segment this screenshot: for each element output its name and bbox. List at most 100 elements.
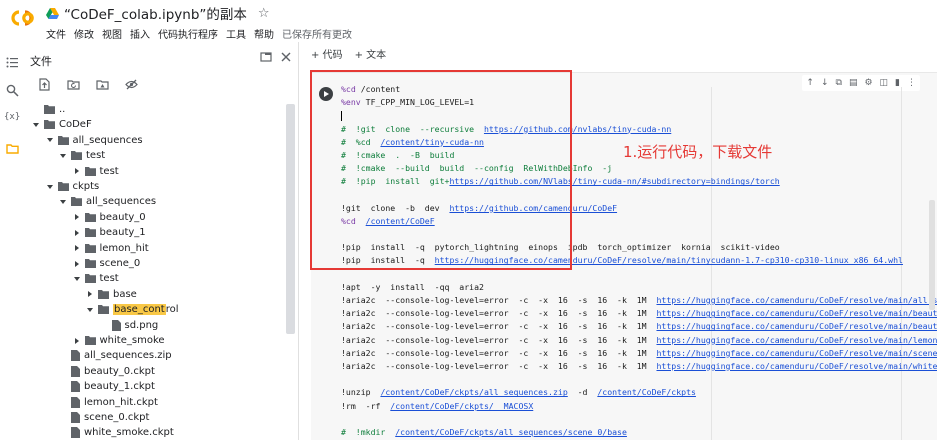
code-link[interactable]: https://huggingface.co/camenduru/CoDeF/r… xyxy=(656,308,937,318)
menu-runtime[interactable]: 代码执行程序 xyxy=(158,26,218,41)
menu-file[interactable]: 文件 xyxy=(46,26,66,41)
code-token: !unzip xyxy=(341,387,381,398)
folder-item[interactable]: test xyxy=(59,148,105,163)
folder-item[interactable]: test xyxy=(73,164,119,179)
caret-right-icon[interactable] xyxy=(73,260,81,268)
file-item[interactable]: sd.png xyxy=(100,318,158,333)
caret-down-icon[interactable] xyxy=(73,275,81,283)
open-in-tab-icon[interactable] xyxy=(260,51,272,63)
file-icon xyxy=(71,412,80,423)
menu-tools[interactable]: 工具 xyxy=(226,26,246,41)
caret-spacer xyxy=(59,383,67,391)
folder-icon xyxy=(57,135,69,145)
refresh-folder-icon[interactable] xyxy=(67,78,80,91)
caret-down-icon[interactable] xyxy=(32,121,40,129)
folder-item[interactable]: base xyxy=(86,287,137,302)
code-line: !aria2c --console-log-level=error -c -x … xyxy=(341,334,937,347)
caret-right-icon[interactable] xyxy=(73,213,81,221)
folder-icon xyxy=(84,336,96,345)
app-header: “CoDeF_colab.ipynb”的副本 ☆ 文件 修改 视图 插入 代码执… xyxy=(0,0,937,42)
code-line: !aria2c --console-log-level=error -c -x … xyxy=(341,294,937,307)
folder-item[interactable]: all_sequences xyxy=(59,194,156,209)
menu-insert[interactable]: 插入 xyxy=(130,26,150,41)
code-line: !aria2c --console-log-level=error -c -x … xyxy=(341,307,937,320)
menu-view[interactable]: 视图 xyxy=(102,26,122,41)
caret-right-icon[interactable] xyxy=(73,337,81,345)
save-status[interactable]: 已保存所有更改 xyxy=(282,26,352,41)
files-panel-title: 文件 xyxy=(30,55,52,68)
file-item[interactable]: beauty_1.ckpt xyxy=(59,379,155,394)
caret-down-icon[interactable] xyxy=(46,136,54,144)
caret-right-icon[interactable] xyxy=(86,290,94,298)
folder-icon xyxy=(98,305,109,315)
code-token: # !mkdir xyxy=(341,426,396,437)
file-item[interactable]: white_smoke.ckpt xyxy=(59,425,174,440)
caret-spacer xyxy=(59,414,67,422)
menu-edit[interactable]: 修改 xyxy=(74,26,94,41)
caret-spacer xyxy=(59,398,67,406)
folder-item[interactable]: ckpts xyxy=(46,179,99,194)
folder-item[interactable]: base_control xyxy=(86,302,179,317)
file-item[interactable]: beauty_0.ckpt xyxy=(59,364,155,379)
notebook-scrollbar[interactable] xyxy=(929,200,935,310)
star-icon[interactable]: ☆ xyxy=(258,6,270,21)
code-link[interactable]: https://huggingface.co/camenduru/CoDeF/r… xyxy=(656,295,937,305)
code-link[interactable]: /content/CoDeF/ckpts/all_sequences.zip xyxy=(380,387,567,397)
folder-icon xyxy=(44,105,55,114)
tree-item-label: CoDeF xyxy=(59,119,92,131)
menu-help[interactable]: 帮助 xyxy=(254,26,274,41)
code-link[interactable]: https://huggingface.co/camenduru/CoDeF/r… xyxy=(656,335,937,345)
folder-item[interactable]: CoDeF xyxy=(32,117,92,132)
tree-item-label: all_sequences xyxy=(72,134,143,146)
add-text-button[interactable]: + 文本 xyxy=(355,46,387,61)
code-link[interactable]: https://huggingface.co/camenduru/CoDeF/r… xyxy=(656,321,937,331)
code-link[interactable]: /content/CoDeF/ckpts xyxy=(597,387,696,397)
add-code-button[interactable]: + 代码 xyxy=(311,46,343,61)
annotation-text: 1.运行代码，下载文件 xyxy=(623,143,773,161)
code-line: !rm -rf /content/CoDeF/ckpts/__MACOSX xyxy=(341,400,937,413)
caret-right-icon[interactable] xyxy=(73,244,81,252)
drive-icon[interactable] xyxy=(46,7,59,19)
tree-item-label: all_sequences xyxy=(86,196,157,208)
search-icon[interactable] xyxy=(6,84,19,97)
code-link[interactable]: /content/CoDeF/ckpts/__MACOSX xyxy=(390,401,533,411)
file-icon xyxy=(111,319,121,331)
folder-item[interactable]: all_sequences xyxy=(46,133,143,148)
folder-icon xyxy=(84,259,96,268)
code-token: !aria2c --console-log-level=error -c -x … xyxy=(341,295,657,305)
folder-icon[interactable] xyxy=(6,142,19,155)
folder-item[interactable]: lemon_hit xyxy=(73,241,149,256)
file-item[interactable]: all_sequences.zip xyxy=(59,348,172,363)
code-link[interactable]: /content/CoDeF/ckpts/all_sequences/scene… xyxy=(395,427,627,437)
caret-down-icon[interactable] xyxy=(46,183,54,191)
mount-drive-icon[interactable] xyxy=(96,78,109,91)
notebook-title[interactable]: “CoDeF_colab.ipynb”的副本 xyxy=(64,3,247,23)
file-item[interactable]: lemon_hit.ckpt xyxy=(59,395,158,410)
hide-files-icon[interactable] xyxy=(125,78,138,91)
folder-item[interactable]: white_smoke xyxy=(73,333,165,348)
folder-item[interactable]: test xyxy=(73,271,119,286)
code-token: !aria2c --console-log-level=error -c -x … xyxy=(341,360,657,371)
folder-item[interactable]: scene_0 xyxy=(73,256,140,271)
caret-right-icon[interactable] xyxy=(73,167,81,175)
variables-icon[interactable]: {x} xyxy=(4,112,20,125)
folder-icon xyxy=(84,228,96,238)
upload-icon[interactable] xyxy=(38,78,51,91)
files-scrollbar[interactable] xyxy=(286,104,295,334)
code-line: !apt -y install -qq aria2 xyxy=(341,281,937,294)
caret-right-icon[interactable] xyxy=(73,229,81,237)
caret-down-icon[interactable] xyxy=(59,152,67,160)
caret-down-icon[interactable] xyxy=(59,198,67,206)
folder-item[interactable]: .. xyxy=(32,102,65,117)
close-icon[interactable] xyxy=(280,51,292,63)
code-link[interactable]: https://huggingface.co/camenduru/CoDeF/r… xyxy=(656,361,937,371)
folder-item[interactable]: beauty_1 xyxy=(73,225,146,240)
colab-logo[interactable] xyxy=(8,9,36,27)
tree-item-label: all_sequences.zip xyxy=(84,350,172,362)
toc-icon[interactable] xyxy=(6,56,19,69)
caret-down-icon[interactable] xyxy=(86,306,94,314)
code-link[interactable]: https://huggingface.co/camenduru/CoDeF/r… xyxy=(656,348,937,358)
caret-spacer xyxy=(59,352,67,360)
folder-item[interactable]: beauty_0 xyxy=(73,210,146,225)
file-item[interactable]: scene_0.ckpt xyxy=(59,410,149,425)
